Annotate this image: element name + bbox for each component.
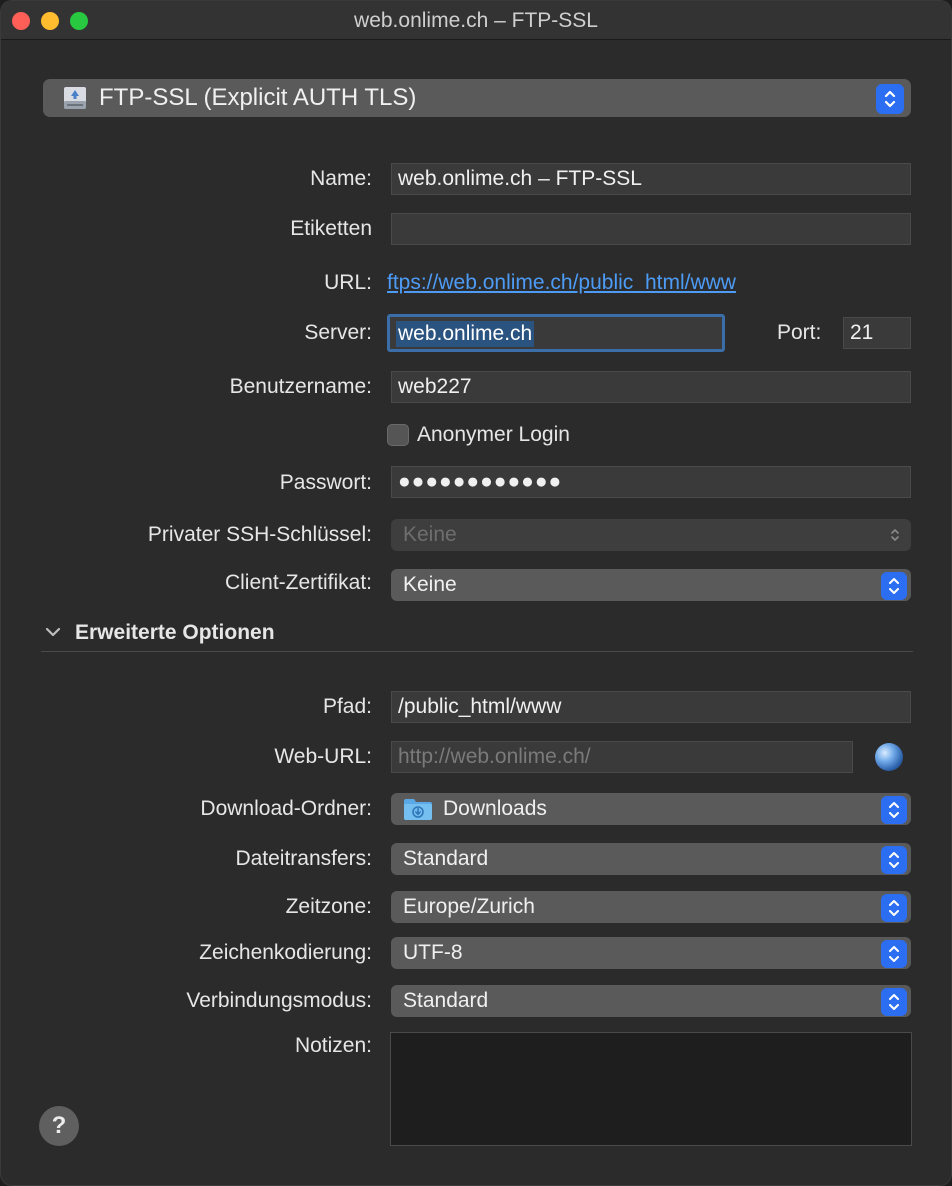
transfers-popup[interactable]: Standard — [391, 843, 911, 875]
up-down-chevron-icon — [889, 946, 899, 962]
web-url-label: Web-URL: — [274, 745, 372, 768]
section-divider — [41, 651, 913, 652]
server-value: web.onlime.ch — [396, 321, 535, 347]
timezone-value: Europe/Zurich — [403, 895, 535, 918]
port-field[interactable]: 21 — [843, 317, 911, 349]
download-folder-popup[interactable]: Downloads — [391, 793, 911, 825]
password-field[interactable]: ●●●●●●●●●●●● — [391, 466, 911, 498]
download-folder-value: Downloads — [443, 797, 547, 820]
encoding-value: UTF-8 — [403, 941, 463, 964]
ssh-key-popup: Keine — [391, 519, 911, 551]
server-label: Server: — [304, 321, 372, 344]
connection-mode-label: Verbindungsmodus: — [186, 989, 372, 1012]
client-cert-stepper[interactable] — [881, 572, 907, 600]
downloads-folder-icon — [404, 799, 432, 820]
protocol-label: FTP-SSL (Explicit AUTH TLS) — [99, 84, 417, 111]
password-label: Passwort: — [279, 471, 372, 494]
server-field[interactable]: web.onlime.ch — [387, 314, 725, 352]
notes-label: Notizen: — [294, 1034, 372, 1057]
transfers-label: Dateitransfers: — [235, 847, 372, 870]
username-label: Benutzername: — [229, 375, 372, 398]
notes-textarea[interactable] — [390, 1032, 912, 1146]
encoding-popup[interactable]: UTF-8 — [391, 937, 911, 969]
tags-field[interactable] — [391, 213, 911, 245]
up-down-chevron-icon — [889, 900, 899, 916]
client-cert-value: Keine — [403, 573, 457, 596]
web-url-field[interactable]: http://web.onlime.ch/ — [391, 741, 853, 773]
ssh-key-label: Privater SSH-Schlüssel: — [147, 523, 372, 546]
help-button[interactable]: ? — [39, 1106, 79, 1146]
name-label: Name: — [310, 167, 372, 190]
title-bar[interactable]: web.onlime.ch – FTP-SSL — [1, 1, 951, 40]
download-folder-label: Download-Ordner: — [200, 797, 372, 820]
connection-mode-stepper[interactable] — [881, 988, 907, 1016]
path-label: Pfad: — [322, 695, 372, 718]
up-down-chevron-icon — [884, 90, 896, 108]
timezone-stepper[interactable] — [881, 894, 907, 922]
up-down-chevron-icon — [889, 994, 899, 1010]
port-label: Port: — [777, 321, 822, 344]
connection-mode-value: Standard — [403, 989, 489, 1012]
connection-mode-popup[interactable]: Standard — [391, 985, 911, 1017]
advanced-options-toggle[interactable]: Erweiterte Optionen — [75, 621, 275, 645]
encoding-label: Zeichenkodierung: — [199, 941, 372, 964]
encoding-stepper[interactable] — [881, 940, 907, 968]
anonymous-login-label[interactable]: Anonymer Login — [417, 423, 570, 447]
name-field[interactable]: web.onlime.ch – FTP-SSL — [391, 163, 911, 195]
transfers-stepper[interactable] — [881, 846, 907, 874]
ssh-key-value: Keine — [403, 523, 457, 546]
up-down-chevron-icon — [889, 578, 899, 594]
tags-label: Etiketten — [290, 217, 372, 240]
client-cert-popup[interactable]: Keine — [391, 569, 911, 601]
window-title: web.onlime.ch – FTP-SSL — [354, 9, 598, 32]
up-down-chevron-icon — [891, 529, 899, 541]
up-down-chevron-icon — [889, 802, 899, 818]
bookmark-info-window: web.onlime.ch – FTP-SSL FTP-SSL (Explici… — [0, 0, 952, 1186]
drive-icon — [64, 87, 86, 109]
url-label: URL: — [324, 271, 372, 294]
path-field[interactable]: /public_html/www — [391, 691, 911, 723]
transfers-value: Standard — [403, 847, 489, 870]
anonymous-login-checkbox[interactable] — [387, 424, 409, 446]
client-cert-label: Client-Zertifikat: — [224, 571, 372, 594]
username-field[interactable]: web227 — [391, 371, 911, 403]
chevron-down-icon[interactable] — [43, 622, 63, 642]
globe-icon[interactable] — [875, 743, 903, 771]
protocol-stepper[interactable] — [876, 84, 904, 114]
url-link[interactable]: ftps://web.onlime.ch/public_html/www — [387, 271, 736, 295]
protocol-popup[interactable]: FTP-SSL (Explicit AUTH TLS) — [43, 79, 911, 117]
up-down-chevron-icon — [889, 852, 899, 868]
timezone-popup[interactable]: Europe/Zurich — [391, 891, 911, 923]
timezone-label: Zeitzone: — [285, 895, 372, 918]
download-folder-stepper[interactable] — [881, 796, 907, 824]
